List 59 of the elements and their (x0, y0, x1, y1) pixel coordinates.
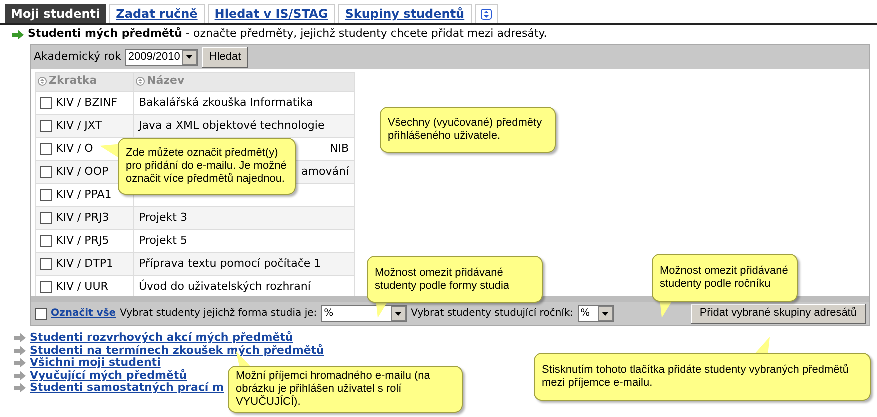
table-cell-text: KIV / JXT (56, 118, 102, 134)
table-cell: NIB (330, 142, 349, 155)
table-cell-text: KIV / BZINF (56, 95, 118, 111)
link[interactable]: Studenti samostatných prací m (30, 382, 224, 394)
tab[interactable]: Zadat ručně (109, 4, 205, 23)
checkbox[interactable] (40, 212, 52, 224)
checkbox[interactable] (40, 281, 52, 294)
table-cell-text: KIV / PRJ3 (56, 210, 110, 226)
tab[interactable]: Hledat v IS/STAG (208, 4, 336, 23)
table-cell-text: KIV / OOP (56, 164, 109, 180)
dropdown-arrow-icon (186, 55, 194, 59)
go-arrow-icon (12, 30, 24, 40)
year-select[interactable]: 2009/2010 (125, 48, 198, 66)
callout: Stisknutím tohoto tlačítka přidáte studenty vybraných předmětů mezi příjemce e-mailu. (534, 337, 871, 401)
checkbox[interactable] (40, 189, 52, 202)
sort-icon (38, 76, 47, 86)
table-cell: Projekt 3 (139, 211, 188, 224)
tab[interactable]: Moji studenti (5, 4, 106, 23)
year-label: Akademický rok (34, 48, 122, 65)
checkbox[interactable] (40, 97, 52, 110)
form-label: Vybrat studenty jejichž forma studia je: (120, 307, 318, 321)
table-cell-text: KIV / PRJ5 (56, 233, 110, 249)
link[interactable]: Vyučující mých předmětů (30, 370, 187, 382)
callout: Všechny (vyučované) předměty přihlášeného uživatele. (380, 107, 556, 153)
table-cell: Bakalářská zkouška Informatika (139, 96, 314, 109)
search-button[interactable]: Hledat (202, 46, 248, 68)
table-cell: amování (302, 165, 349, 178)
arrow-icon (14, 333, 26, 344)
select-all-link[interactable]: Označit vše (51, 306, 116, 321)
tab[interactable] (474, 4, 498, 23)
form-select[interactable]: % (321, 305, 408, 322)
dropdown-arrow-icon (602, 312, 609, 316)
sort-icon (136, 76, 145, 86)
section-heading: Studenti mých předmětů - označte předměty, jejichž studenty chcete přidat mezi adresáty. (28, 26, 548, 42)
link[interactable]: Všichni moji studenti (30, 357, 161, 370)
table-cell: Úvod do uživatelských rozhraní (139, 280, 311, 293)
table-cell: Java a XML objektové technologie (139, 119, 325, 132)
table-cell-text: KIV / UUR (56, 279, 108, 295)
arrow-icon (14, 346, 26, 356)
tab[interactable]: Skupiny studentů (338, 4, 472, 23)
table-cell: Příprava textu pomocí počítače 1 (139, 257, 322, 270)
checkbox[interactable] (40, 166, 52, 178)
table-cell: Projekt 5 (139, 234, 188, 247)
arrow-icon (14, 383, 26, 394)
add-button[interactable]: Přidat vybrané skupiny adresátů (690, 304, 866, 324)
arrow-icon (14, 370, 26, 381)
expand-collapse-icon (480, 8, 492, 20)
checkbox[interactable] (40, 235, 52, 248)
arrow-icon (14, 358, 26, 368)
dropdown-arrow-icon (395, 312, 402, 316)
checkbox[interactable] (35, 308, 47, 320)
table-cell-text: KIV / PPA1 (56, 187, 112, 203)
checkbox[interactable] (40, 143, 52, 156)
link[interactable]: Studenti rozvrhových akcí mých předmětů (30, 332, 294, 344)
year-filter-select[interactable]: % (578, 305, 614, 322)
checkbox[interactable] (40, 120, 52, 132)
table-cell-text: KIV / DTP1 (56, 256, 114, 272)
checkbox[interactable] (40, 258, 52, 270)
table-cell-text: KIV / O (56, 141, 94, 157)
